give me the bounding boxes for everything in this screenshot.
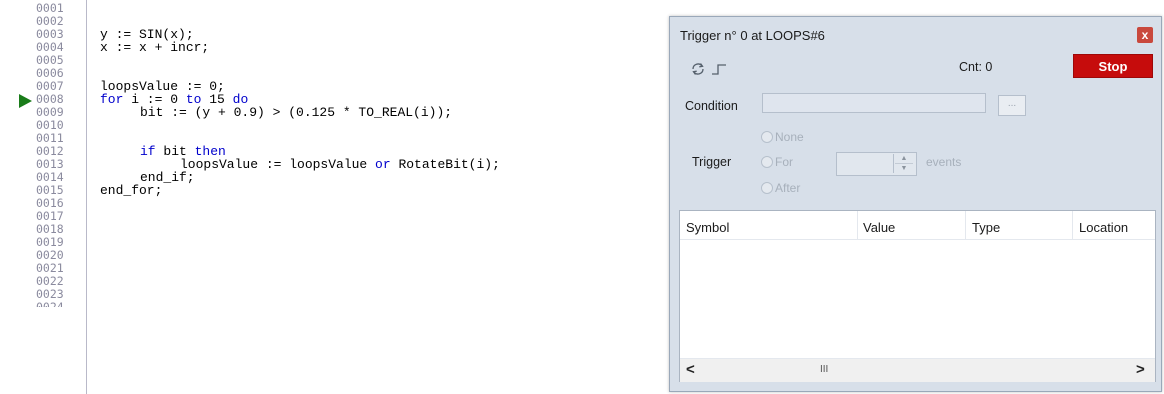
spin-down-icon[interactable]: ▼ xyxy=(895,164,913,173)
radio-none[interactable] xyxy=(761,131,773,143)
line-number: 0015 xyxy=(36,183,64,197)
line-number: 0011 xyxy=(36,131,64,145)
code-line: bit := (y + 0.9) > (0.125 * TO_REAL(i)); xyxy=(140,105,453,120)
line-number: 0003 xyxy=(36,27,64,41)
code-text: RotateBit(i); xyxy=(390,157,500,172)
column-header-location[interactable]: Location xyxy=(1079,220,1128,235)
code-text: loopsValue := loopsValue xyxy=(180,157,376,172)
line-number: 0004 xyxy=(36,40,64,54)
line-number: 0010 xyxy=(36,118,64,132)
keyword: if xyxy=(140,144,156,159)
column-header-value[interactable]: Value xyxy=(863,220,895,235)
counter-label: Cnt: 0 xyxy=(959,60,993,74)
line-number-gutter: 0001 0002 0003 0004 0005 0006 0007 0008 0009 0010… xyxy=(8,0,87,394)
line-number: 0012 xyxy=(36,144,64,158)
refresh-icon[interactable] xyxy=(690,61,706,77)
condition-label: Condition xyxy=(685,99,738,113)
line-number: 0021 xyxy=(36,261,64,275)
scroll-thumb[interactable]: III xyxy=(820,364,828,375)
scroll-right-icon[interactable]: > xyxy=(1136,361,1145,378)
line-number: 0019 xyxy=(36,235,64,249)
symbol-table[interactable]: Symbol Value Type Location < III > xyxy=(679,210,1156,382)
code-line: loopsValue := loopsValue or RotateBit(i)… xyxy=(180,158,500,171)
spin-up-icon[interactable]: ▲ xyxy=(895,154,913,164)
line-number: 0014 xyxy=(36,170,64,184)
condition-input[interactable] xyxy=(762,93,986,113)
events-spinner[interactable]: ▲ ▼ xyxy=(893,154,915,173)
line-number: 0002 xyxy=(36,14,64,28)
current-line-arrow-icon xyxy=(19,94,32,108)
radio-after-label: After xyxy=(775,181,801,195)
line-number: 0009 xyxy=(36,105,64,119)
radio-after[interactable] xyxy=(761,182,773,194)
line-number: 0022 xyxy=(36,274,64,288)
rising-edge-icon[interactable] xyxy=(711,62,727,76)
line-number: 0001 xyxy=(36,1,64,15)
line-number: 0018 xyxy=(36,222,64,236)
line-number: 0017 xyxy=(36,209,64,223)
title-bar[interactable]: Trigger n° 0 at LOOPS#6 x xyxy=(670,17,1161,53)
line-number: 0007 xyxy=(36,79,64,93)
column-header-symbol[interactable]: Symbol xyxy=(686,220,729,235)
column-divider[interactable] xyxy=(857,211,858,239)
line-number: 0024 xyxy=(36,300,64,314)
line-number: 0005 xyxy=(36,53,64,67)
column-header-type[interactable]: Type xyxy=(972,220,1000,235)
radio-for[interactable] xyxy=(761,156,773,168)
line-number: 0020 xyxy=(36,248,64,262)
column-divider[interactable] xyxy=(965,211,966,239)
line-number: 0016 xyxy=(36,196,64,210)
radio-none-label: None xyxy=(775,130,804,144)
keyword: for xyxy=(100,92,124,107)
radio-for-label: For xyxy=(775,155,793,169)
code-line: end_for; xyxy=(100,183,163,198)
line-number: 0008 xyxy=(36,92,64,106)
horizontal-scrollbar[interactable]: < III > xyxy=(680,358,1155,382)
trigger-window: Trigger n° 0 at LOOPS#6 x Cnt: 0 Stop Co… xyxy=(669,16,1162,392)
keyword: or xyxy=(375,157,391,172)
stop-button[interactable]: Stop xyxy=(1073,54,1153,78)
table-header: Symbol Value Type Location xyxy=(680,211,1155,240)
window-title: Trigger n° 0 at LOOPS#6 xyxy=(680,28,825,43)
line-number: 0013 xyxy=(36,157,64,171)
scroll-left-icon[interactable]: < xyxy=(686,361,695,378)
line-number: 0023 xyxy=(36,287,64,301)
code-line: x := x + incr; xyxy=(100,40,210,55)
line-number: 0006 xyxy=(36,66,64,80)
column-divider[interactable] xyxy=(1072,211,1073,239)
events-label: events xyxy=(926,155,962,169)
trigger-label: Trigger xyxy=(692,155,732,169)
close-button[interactable]: x xyxy=(1137,27,1153,43)
browse-button[interactable]: ... xyxy=(998,95,1026,116)
